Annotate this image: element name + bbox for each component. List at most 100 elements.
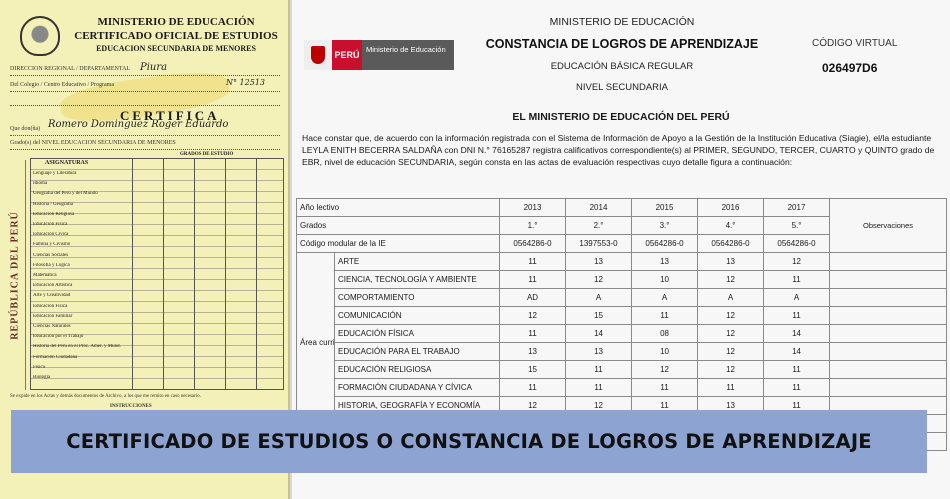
grade-value: 12 bbox=[565, 270, 633, 289]
area-name: ARTE bbox=[333, 252, 501, 271]
area-name: EDUCACIÓN FÍSICA bbox=[333, 324, 501, 343]
grade-value: 11 bbox=[697, 378, 765, 397]
old-subject-label: Educación Artística bbox=[33, 283, 73, 289]
grade-value: A bbox=[631, 288, 699, 307]
old-subject-label: Educación Física bbox=[33, 303, 68, 309]
old-subject-label: Ciencias Naturales bbox=[33, 324, 71, 329]
grade-cell: 4.° bbox=[697, 216, 765, 235]
old-subject-label: Familia y Civismo bbox=[33, 242, 71, 248]
banner-title: CERTIFICADO DE ESTUDIOS O CONSTANCIA DE … bbox=[66, 430, 872, 453]
observation-cell bbox=[829, 270, 948, 289]
constancia-title: CONSTANCIA DE LOGROS DE APRENDIZAJE bbox=[485, 37, 759, 51]
old-cert-footer-instructions: INSTRUCCIONES bbox=[110, 404, 152, 409]
grade-value: 11 bbox=[499, 252, 567, 271]
grade-value: 11 bbox=[763, 270, 831, 289]
title-banner: CERTIFICADO DE ESTUDIOS O CONSTANCIA DE … bbox=[11, 410, 927, 473]
minedu-logo: PERÚ Ministerio de Educación bbox=[304, 40, 454, 70]
grade-value: 15 bbox=[565, 306, 633, 325]
code-cell: 0564286-0 bbox=[631, 234, 699, 253]
grades-grid-header: GRADOS DE ESTUDIO bbox=[180, 152, 234, 157]
old-cert-footer-note: Se expide en los Actas y demás documento… bbox=[10, 394, 201, 399]
grade-value: 13 bbox=[565, 342, 633, 361]
year-cell: 2013 bbox=[499, 198, 567, 217]
constancia-level: EDUCACIÓN BÁSICA REGULAR bbox=[550, 61, 694, 72]
handwritten-name: Romero Dominguez Roger Eduardo bbox=[48, 119, 229, 130]
area-name: COMUNICACIÓN bbox=[333, 306, 501, 325]
grade-value: 15 bbox=[499, 360, 567, 379]
coat-of-arms-icon bbox=[20, 16, 60, 56]
grade-value: 13 bbox=[499, 342, 567, 361]
grade-value: 12 bbox=[697, 324, 765, 343]
grade-value: 13 bbox=[697, 252, 765, 271]
grade-value: 10 bbox=[631, 270, 699, 289]
observation-cell bbox=[829, 252, 948, 271]
table-row: FORMACIÓN CIUDADANA Y CÍVICA 11 11 11 11 11 bbox=[297, 378, 948, 397]
area-name: CIENCIA, TECNOLOGÍA Y AMBIENTE bbox=[333, 270, 501, 289]
old-subject-label: Educación Física bbox=[33, 222, 68, 227]
grade-value: 11 bbox=[499, 270, 567, 289]
logo-country: PERÚ bbox=[332, 40, 362, 70]
grade-value: 11 bbox=[565, 360, 633, 379]
area-name: EDUCACIÓN RELIGIOSA bbox=[333, 360, 501, 379]
table-row: CIENCIA, TECNOLOGÍA Y AMBIENTE 11 12 10 12 11 bbox=[297, 270, 948, 289]
code-cell: 0564286-0 bbox=[697, 234, 765, 253]
observation-cell bbox=[829, 288, 948, 307]
year-cell: 2016 bbox=[697, 198, 765, 217]
old-subject-label: Arte y Creatividad bbox=[33, 293, 71, 299]
old-subject-label: Historia del Perú en el Proc. Amer. y Mu… bbox=[33, 344, 121, 350]
observation-cell bbox=[829, 306, 948, 325]
year-cell: 2015 bbox=[631, 198, 699, 217]
peru-shield-icon bbox=[304, 40, 332, 70]
grade-label: Grados bbox=[295, 216, 501, 235]
year-cell: 2017 bbox=[763, 198, 831, 217]
grade-value: 12 bbox=[499, 306, 567, 325]
grade-value: AD bbox=[499, 288, 567, 307]
year-row: Año lectivo 2013 2014 2015 2016 2017 Observaci… bbox=[295, 198, 948, 253]
table-row: Área curricularARTE1113131312 bbox=[296, 252, 948, 433]
old-subject-label: Geografía del Perú y del Mundo bbox=[33, 191, 98, 197]
grade-value: 11 bbox=[499, 378, 567, 397]
observation-cell bbox=[829, 324, 948, 343]
table-row: EDUCACIÓN FÍSICA 11 14 08 12 14 bbox=[297, 324, 948, 343]
observation-cell bbox=[829, 342, 948, 361]
grade-value: 12 bbox=[697, 270, 765, 289]
grade-value: 11 bbox=[763, 360, 831, 379]
grade-value: 10 bbox=[631, 342, 699, 361]
grade-value: 11 bbox=[565, 378, 633, 397]
old-subject-label: Formación Ciudadana bbox=[33, 354, 78, 360]
old-cert-subtitle: EDUCACION SECUNDARIA DE MENORES bbox=[96, 44, 256, 53]
grade-value: 12 bbox=[697, 306, 765, 325]
grade-value: 12 bbox=[697, 342, 765, 361]
logo-ministry: Ministerio de Educación bbox=[366, 45, 446, 54]
grade-value: 11 bbox=[763, 378, 831, 397]
grade-value: A bbox=[763, 288, 831, 307]
observation-cell bbox=[829, 378, 948, 397]
grade-value: 12 bbox=[631, 360, 699, 379]
old-subject-label: Educación Religiosa bbox=[33, 211, 75, 217]
constancia-ministry: MINISTERIO DE EDUCACIÓN bbox=[549, 16, 695, 28]
old-subject-label: Educación Cívica bbox=[33, 232, 69, 238]
code-cell: 0564286-0 bbox=[499, 234, 567, 253]
constancia-heading: EL MINISTERIO DE EDUCACIÓN DEL PERÚ bbox=[512, 111, 730, 123]
old-subject-label: Historia / Geografía bbox=[33, 201, 73, 207]
year-cell: 2014 bbox=[565, 198, 633, 217]
grade-value: 11 bbox=[631, 306, 699, 325]
grade-value: A bbox=[697, 288, 765, 307]
grade-cell: 1.° bbox=[499, 216, 567, 235]
grade-cell: 5.° bbox=[763, 216, 831, 235]
old-subject-label: Ciencias Sociales bbox=[33, 252, 69, 258]
table-row: COMPORTAMIENTO AD A A A A bbox=[297, 288, 948, 307]
old-subject-label: Idioma bbox=[33, 181, 48, 187]
area-name: FORMACIÓN CIUDADANA Y CÍVICA bbox=[333, 378, 501, 397]
constancia-sublevel: NIVEL SECUNDARIA bbox=[575, 82, 669, 93]
grade-cell: 2.° bbox=[565, 216, 633, 235]
grade-value: 11 bbox=[631, 378, 699, 397]
observaciones-header: Observaciones bbox=[829, 198, 948, 253]
field-blank-1 bbox=[10, 96, 280, 106]
constancia-paragraph: Hace constar que, de acuerdo con la info… bbox=[302, 133, 935, 168]
handwritten-code: N° 12513 bbox=[226, 78, 265, 87]
old-subject-label: Filosofía y Lógica bbox=[33, 262, 70, 268]
old-subject-label: Matemática bbox=[33, 273, 57, 278]
handwritten-region: Piura bbox=[140, 62, 168, 73]
grade-value: 11 bbox=[763, 306, 831, 325]
